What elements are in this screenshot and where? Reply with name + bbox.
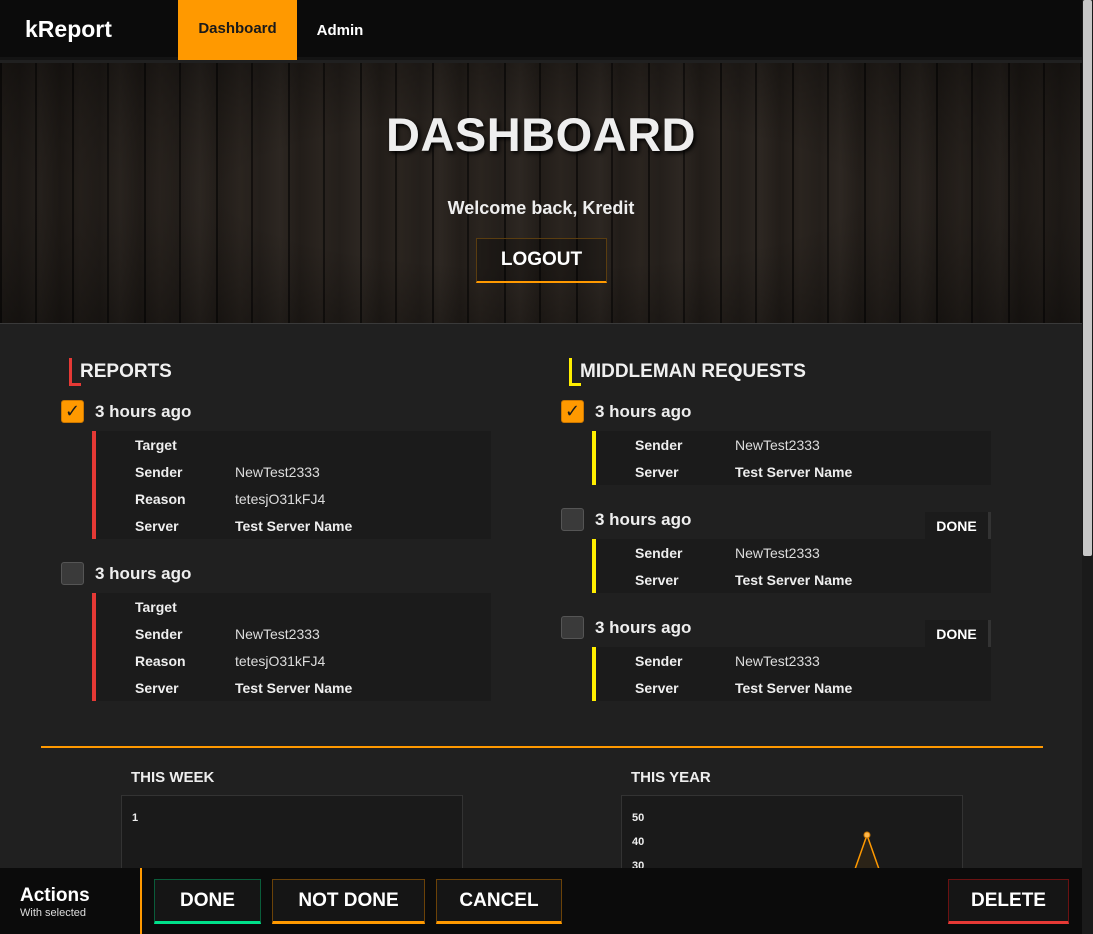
field-key: Server [135, 680, 179, 696]
field-value: Test Server Name [735, 572, 853, 588]
actions-bar: Actions With selected DONE NOT DONE CANC… [0, 868, 1082, 934]
report-field-row: Server Test Server Name [96, 674, 491, 701]
report-checkbox[interactable]: ✓ [61, 400, 84, 423]
mark-not-done-button[interactable]: NOT DONE [272, 879, 425, 924]
year-chart-point[interactable] [863, 831, 871, 839]
report-field-row: Reason tetesjO31kFJ4 [96, 485, 491, 512]
section-divider [41, 746, 1043, 748]
middleman-time: 3 hours ago [595, 510, 692, 529]
reports-heading-marker [69, 358, 81, 386]
top-navbar: kReport Dashboard Admin [0, 0, 1082, 60]
cancel-button[interactable]: CANCEL [436, 879, 562, 924]
report-field-row: Target [96, 431, 491, 458]
hero-banner: DASHBOARD Welcome back, Kredit LOGOUT [0, 63, 1082, 324]
field-key: Sender [635, 653, 683, 669]
middleman-heading: MIDDLEMAN REQUESTS [569, 358, 806, 386]
actions-separator [140, 868, 142, 934]
logout-button[interactable]: LOGOUT [476, 238, 607, 283]
field-key: Server [635, 680, 679, 696]
field-value: Test Server Name [235, 518, 353, 534]
week-chart: 1 [121, 795, 463, 875]
middleman-card: Sender NewTest2333 Server Test Server Na… [592, 647, 991, 701]
nav-tab-admin[interactable]: Admin [305, 0, 375, 60]
year-chart-line [851, 831, 883, 876]
page-scrollbar[interactable] [1082, 0, 1093, 934]
middleman-field-row: Sender NewTest2333 [596, 647, 991, 674]
reports-title: REPORTS [80, 361, 172, 382]
report-checkbox[interactable] [61, 562, 84, 585]
welcome-message: Welcome back, Kredit [447, 198, 635, 218]
year-chart-title: THIS YEAR [631, 769, 711, 786]
report-field-row: Sender NewTest2333 [96, 620, 491, 647]
field-key: Sender [635, 437, 683, 453]
field-value: NewTest2333 [235, 626, 320, 642]
page-title: DASHBOARD [386, 108, 696, 161]
field-key: Sender [135, 464, 183, 480]
middleman-checkbox[interactable] [561, 508, 584, 531]
middleman-card: Sender NewTest2333 Server Test Server Na… [592, 431, 991, 485]
middleman-field-row: Server Test Server Name [596, 458, 991, 485]
middleman-done-button[interactable]: DONE [925, 620, 991, 647]
middleman-heading-marker [569, 358, 581, 386]
reports-heading: REPORTS [69, 358, 172, 386]
check-icon: ✓ [564, 401, 581, 421]
middleman-field-row: Sender NewTest2333 [596, 431, 991, 458]
mark-done-button[interactable]: DONE [154, 879, 261, 924]
actions-label: Actions [20, 885, 90, 906]
report-field-row: Sender NewTest2333 [96, 458, 491, 485]
field-key: Target [135, 437, 177, 453]
field-value: tetesjO31kFJ4 [235, 653, 326, 669]
check-icon: ✓ [64, 401, 81, 421]
field-key: Sender [135, 626, 183, 642]
field-value: tetesjO31kFJ4 [235, 491, 326, 507]
middleman-field-row: Server Test Server Name [596, 674, 991, 701]
middleman-title: MIDDLEMAN REQUESTS [580, 361, 806, 382]
field-value: Test Server Name [735, 464, 853, 480]
field-value: NewTest2333 [235, 464, 320, 480]
field-key: Sender [635, 545, 683, 561]
report-time: 3 hours ago [95, 564, 192, 583]
field-value: NewTest2333 [735, 545, 820, 561]
nav-tab-dashboard[interactable]: Dashboard [178, 0, 297, 60]
scrollbar-thumb[interactable] [1083, 0, 1092, 556]
field-value: Test Server Name [735, 680, 853, 696]
report-time: 3 hours ago [95, 402, 192, 421]
report-field-row: Reason tetesjO31kFJ4 [96, 647, 491, 674]
field-key: Reason [135, 491, 186, 507]
report-field-row: Target [96, 593, 491, 620]
middleman-field-row: Server Test Server Name [596, 566, 991, 593]
middleman-done-button[interactable]: DONE [925, 512, 991, 539]
delete-button[interactable]: DELETE [948, 879, 1069, 924]
middleman-card: Sender NewTest2333 Server Test Server Na… [592, 539, 991, 593]
middleman-time: 3 hours ago [595, 402, 692, 421]
middleman-time: 3 hours ago [595, 618, 692, 637]
week-chart-title: THIS WEEK [131, 769, 215, 786]
year-chart: 50 40 30 [621, 795, 963, 876]
middleman-checkbox[interactable] [561, 616, 584, 639]
middleman-field-row: Sender NewTest2333 [596, 539, 991, 566]
field-value: NewTest2333 [735, 437, 820, 453]
report-field-row: Server Test Server Name [96, 512, 491, 539]
field-key: Reason [135, 653, 186, 669]
field-key: Target [135, 599, 177, 615]
field-value: Test Server Name [235, 680, 353, 696]
middleman-checkbox[interactable]: ✓ [561, 400, 584, 423]
field-key: Server [635, 464, 679, 480]
week-y-tick: 1 [132, 812, 139, 824]
report-card: Target Sender NewTest2333 Reason tetesjO… [92, 593, 491, 701]
actions-sublabel: With selected [20, 907, 87, 919]
brand-logo[interactable]: kReport [25, 16, 112, 43]
report-card: Target Sender NewTest2333 Reason tetesjO… [92, 431, 491, 539]
field-value: NewTest2333 [735, 653, 820, 669]
field-key: Server [135, 518, 179, 534]
field-key: Server [635, 572, 679, 588]
